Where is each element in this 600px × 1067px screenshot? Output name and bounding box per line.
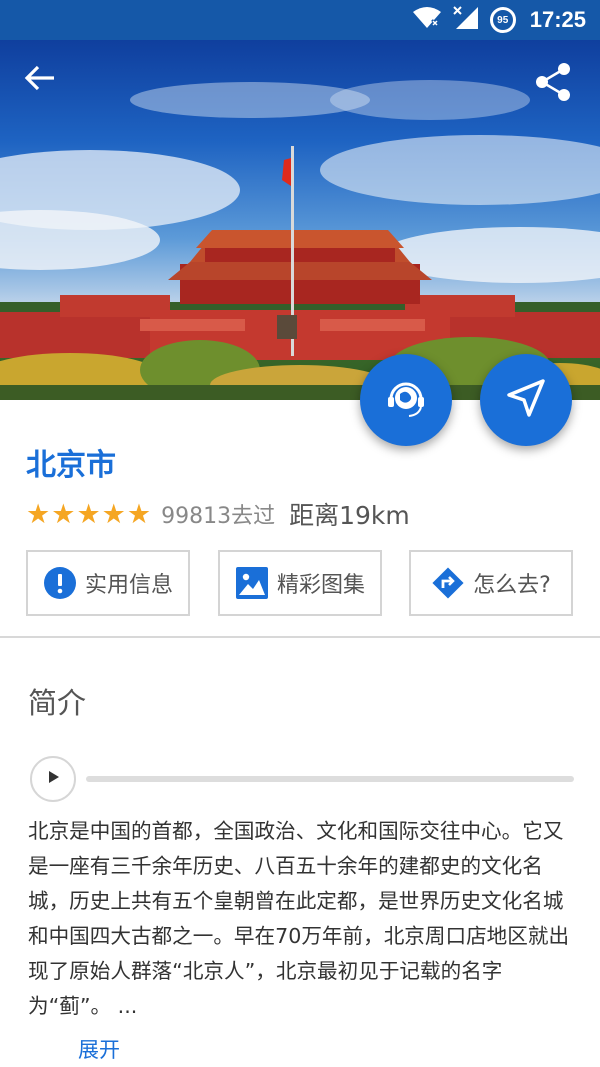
practical-info-label: 实用信息: [84, 573, 173, 598]
status-icons: 95 17:25: [412, 0, 586, 40]
divider: [0, 636, 600, 638]
gallery-label: 精彩图集: [276, 573, 365, 598]
audio-progress-bar[interactable]: [86, 776, 574, 782]
battery-icon: 95: [489, 7, 516, 33]
audio-guide-button[interactable]: [360, 354, 452, 446]
play-icon: [45, 769, 61, 789]
star-icon: ★: [126, 498, 152, 530]
visit-count: 99813去过: [161, 504, 276, 529]
navigation-arrow-icon: [505, 377, 547, 423]
back-button[interactable]: [24, 64, 72, 112]
tiananmen-illustration: [0, 80, 600, 400]
intro-heading: 简介: [28, 686, 87, 720]
star-rating: ★ ★ ★ ★ ★: [26, 501, 151, 528]
navigate-button[interactable]: [480, 354, 572, 446]
star-icon: ★: [51, 498, 76, 530]
signal-icon: [452, 5, 480, 35]
intro-text: 北京是中国的首都，全国政治、文化和国际交往中心。它又是一座有三千余年历史、八百五…: [28, 819, 570, 1018]
rating-row: ★ ★ ★ ★ ★ 99813去过 距离19km: [26, 498, 410, 531]
info-icon: [43, 566, 77, 600]
star-icon: ★: [26, 498, 51, 530]
place-title: 北京市: [26, 448, 116, 483]
star-icon: ★: [101, 498, 126, 530]
share-button[interactable]: [534, 62, 582, 110]
action-buttons: 实用信息 精彩图集 怎么去?: [26, 550, 574, 618]
gallery-icon: [235, 566, 269, 600]
gallery-button[interactable]: 精彩图集: [218, 550, 382, 616]
expand-link[interactable]: 展开: [78, 1034, 120, 1064]
status-bar: 95 17:25: [0, 0, 600, 40]
star-icon: ★: [76, 498, 101, 530]
wifi-icon: [412, 6, 442, 34]
audio-player: [28, 756, 574, 804]
hero-image: [0, 40, 600, 400]
directions-label: 怎么去?: [473, 573, 551, 598]
distance: 距离19km: [289, 501, 410, 530]
play-button[interactable]: [30, 756, 76, 802]
status-time: 17:25: [529, 7, 586, 32]
practical-info-button[interactable]: 实用信息: [26, 550, 190, 616]
directions-icon: [431, 566, 465, 600]
directions-button[interactable]: 怎么去?: [409, 550, 573, 616]
audio-guide-icon: [383, 375, 429, 425]
